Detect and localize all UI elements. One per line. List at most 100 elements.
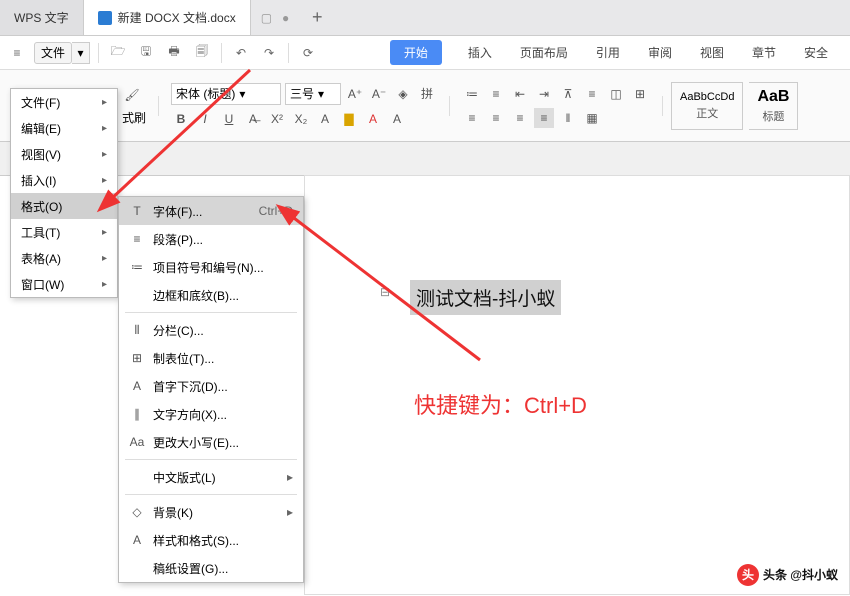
- menu-table[interactable]: 表格(A)▸: [11, 245, 117, 271]
- file-menu-button[interactable]: 文件 ▾: [34, 42, 90, 64]
- menu-view[interactable]: 视图(V)▸: [11, 141, 117, 167]
- tab-review[interactable]: 审阅: [646, 40, 674, 65]
- tab-view[interactable]: 视图: [698, 40, 726, 65]
- columns-icon: ⫴: [129, 322, 145, 338]
- paragraph-icon: ≡: [129, 231, 145, 247]
- print-icon[interactable]: 🖶: [163, 42, 185, 64]
- submenu-label: 项目符号和编号(N)...: [153, 259, 264, 276]
- case-icon: Aa: [129, 434, 145, 450]
- clear-format-icon[interactable]: ◈: [393, 84, 413, 104]
- submenu-borders[interactable]: 边框和底纹(B)...: [119, 281, 303, 309]
- styles-icon: A: [129, 532, 145, 548]
- submenu-columns[interactable]: ⫴ 分栏(C)...: [119, 316, 303, 344]
- menu-insert[interactable]: 插入(I)▸: [11, 167, 117, 193]
- style-normal[interactable]: AaBbCcDd 正文: [671, 82, 743, 130]
- menu-file[interactable]: 文件(F) ▸: [11, 89, 117, 115]
- char-shading-icon[interactable]: A: [387, 109, 407, 129]
- submenu-styles[interactable]: A 样式和格式(S)...: [119, 526, 303, 554]
- submenu-textdir[interactable]: ∥文字方向(X)...: [119, 400, 303, 428]
- style-heading[interactable]: AaB 标题: [749, 82, 798, 130]
- grow-font-icon[interactable]: A⁺: [345, 84, 365, 104]
- superscript-icon[interactable]: X²: [267, 109, 287, 129]
- tab-chapter[interactable]: 章节: [750, 40, 778, 65]
- menu-label: 工具(T): [21, 224, 60, 241]
- menu-tools[interactable]: 工具(T)▸: [11, 219, 117, 245]
- annotation-text: 快捷键为：Ctrl+D: [414, 388, 587, 420]
- app-tab[interactable]: WPS 文字: [0, 0, 84, 35]
- menu-window[interactable]: 窗口(W)▸: [11, 271, 117, 297]
- submenu-label: 段落(P)...: [153, 231, 203, 248]
- submenu-label: 样式和格式(S)...: [153, 532, 239, 549]
- open-icon[interactable]: 🗁: [107, 42, 129, 64]
- submenu-cjk[interactable]: 中文版式(L)▸: [119, 463, 303, 491]
- highlight-icon[interactable]: ▇: [339, 109, 359, 129]
- document-page: [304, 175, 850, 595]
- document-selected-text[interactable]: 测试文档-抖小蚁: [410, 280, 561, 315]
- strike-icon[interactable]: A̶: [243, 109, 263, 129]
- tab-security[interactable]: 安全: [802, 40, 830, 65]
- font-select[interactable]: 宋体 (标题)▾: [171, 83, 281, 105]
- bold-icon[interactable]: B: [171, 109, 191, 129]
- submenu-font[interactable]: T字体(F)...Ctrl+D: [119, 197, 303, 225]
- indent-inc-icon[interactable]: ⇥: [534, 84, 554, 104]
- align-left-icon[interactable]: ≡: [462, 108, 482, 128]
- line-spacing-icon[interactable]: ‖: [558, 108, 578, 128]
- sort-icon[interactable]: ⊼: [558, 84, 578, 104]
- tab-start[interactable]: 开始: [390, 40, 442, 65]
- shading-icon[interactable]: ▦: [582, 108, 602, 128]
- save-icon[interactable]: 🖫: [135, 42, 157, 64]
- bullets-icon[interactable]: ≔: [462, 84, 482, 104]
- undo-icon[interactable]: ↶: [230, 42, 252, 64]
- italic-icon[interactable]: I: [195, 109, 215, 129]
- submenu-case[interactable]: Aa更改大小写(E)...: [119, 428, 303, 456]
- subscript-icon[interactable]: X₂: [291, 109, 311, 129]
- tab-extras: ▢ ●: [251, 0, 300, 35]
- underline-icon[interactable]: U: [219, 109, 239, 129]
- document-tab[interactable]: 新建 DOCX 文档.docx: [84, 0, 251, 35]
- preview-icon[interactable]: 🗐: [191, 42, 213, 64]
- present-icon[interactable]: ▢: [261, 11, 272, 25]
- submenu-background[interactable]: ◇背景(K)▸: [119, 498, 303, 526]
- tab-reference[interactable]: 引用: [594, 40, 622, 65]
- format-painter-label: 式刷: [122, 109, 146, 126]
- new-tab-button[interactable]: +: [299, 0, 335, 35]
- submenu-dropcap[interactable]: A首字下沉(D)...: [119, 372, 303, 400]
- format-painter-icon[interactable]: 🖌: [122, 85, 142, 105]
- align-right-icon[interactable]: ≡: [510, 108, 530, 128]
- tab-layout[interactable]: 页面布局: [518, 40, 570, 65]
- border-icon[interactable]: ◫: [606, 84, 626, 104]
- submenu-arrow-icon: ▸: [102, 97, 107, 108]
- phonetic-icon[interactable]: 拼: [417, 84, 437, 104]
- menu-edit[interactable]: 编辑(E)▸: [11, 115, 117, 141]
- submenu-label: 分栏(C)...: [153, 322, 204, 339]
- align-dist-icon[interactable]: ≡: [582, 84, 602, 104]
- file-dropdown-icon[interactable]: ▾: [72, 42, 90, 64]
- size-select[interactable]: 三号▾: [285, 83, 341, 105]
- paragraph-mark-icon: ⊟: [380, 285, 390, 299]
- font-select-value: 宋体 (标题): [176, 85, 235, 102]
- numbering-icon[interactable]: ≡: [486, 84, 506, 104]
- text-effect-icon[interactable]: A: [315, 109, 335, 129]
- shrink-font-icon[interactable]: A⁻: [369, 84, 389, 104]
- tab-insert[interactable]: 插入: [466, 40, 494, 65]
- submenu-tabs[interactable]: ⊞制表位(T)...: [119, 344, 303, 372]
- menu-icon[interactable]: ≡: [6, 42, 28, 64]
- close-tab-icon[interactable]: ●: [282, 11, 289, 25]
- refresh-icon[interactable]: ⟳: [297, 42, 319, 64]
- indent-dec-icon[interactable]: ⇤: [510, 84, 530, 104]
- watermark-text: 头条 @抖小蚁: [763, 568, 838, 582]
- submenu-label: 背景(K): [153, 504, 193, 521]
- file-dropdown-menu: 文件(F) ▸ 编辑(E)▸ 视图(V)▸ 插入(I)▸ 格式(O)▸ 工具(T)…: [10, 88, 118, 298]
- submenu-bullets[interactable]: ≔项目符号和编号(N)...: [119, 253, 303, 281]
- align-center-icon[interactable]: ≡: [486, 108, 506, 128]
- submenu-paragraph[interactable]: ≡ 段落(P)...: [119, 225, 303, 253]
- menu-label: 文件(F): [21, 94, 60, 111]
- menu-format[interactable]: 格式(O)▸: [11, 193, 117, 219]
- table-icon[interactable]: ⊞: [630, 84, 650, 104]
- submenu-arrow-icon: ▸: [102, 279, 107, 290]
- redo-icon[interactable]: ↷: [258, 42, 280, 64]
- tabstop-icon: ⊞: [129, 350, 145, 366]
- font-color-icon[interactable]: A: [363, 109, 383, 129]
- align-justify-icon[interactable]: ≡: [534, 108, 554, 128]
- submenu-grid[interactable]: 稿纸设置(G)...: [119, 554, 303, 582]
